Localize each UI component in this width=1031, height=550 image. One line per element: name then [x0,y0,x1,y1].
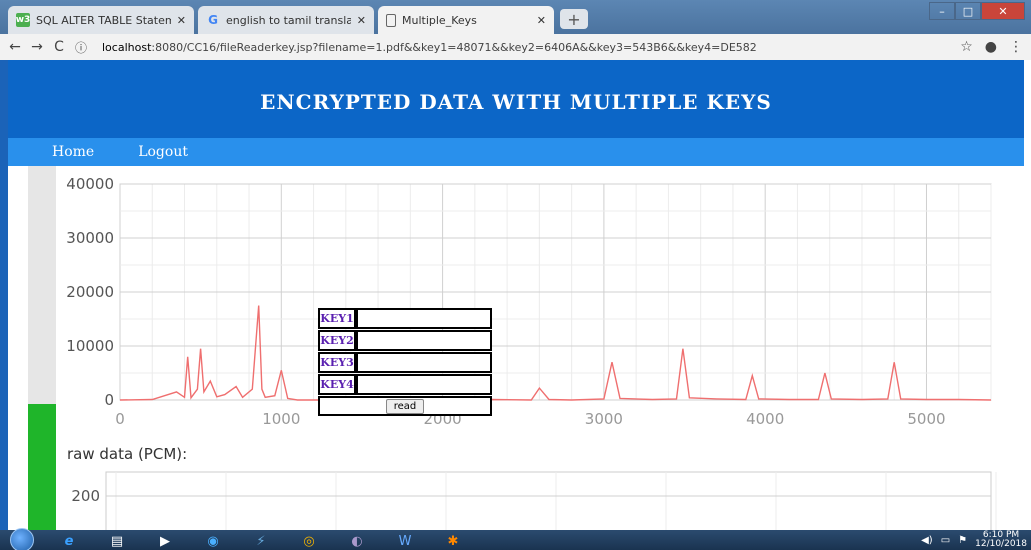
y-tick-label: 40000 [66,175,114,193]
w3schools-icon: w3 [15,13,31,27]
clock[interactable]: 6:10 PM 12/10/2018 [975,531,1027,549]
tab-title: SQL ALTER TABLE Statement [36,13,171,27]
close-tab-icon[interactable]: ✕ [177,14,186,27]
y-tick-label: 0 [104,391,114,409]
key4-row: KEY4 [318,374,492,395]
read-button-row: read [318,396,492,416]
x-tick-label: 4000 [746,410,784,428]
tab-multiple-keys[interactable]: Multiple_Keys ✕ [378,6,554,34]
tab-translation[interactable]: G english to tamil translation - Goo ✕ [198,6,374,34]
file-explorer-icon[interactable]: ▤ [100,532,134,550]
internet-explorer-icon[interactable]: e [52,532,86,550]
tab-sql-alter[interactable]: w3 SQL ALTER TABLE Statement ✕ [8,6,194,34]
page-left-border [0,60,8,530]
window-controls: – □ ✕ [929,2,1025,20]
y-tick-label: 20000 [66,283,114,301]
key2-input[interactable] [356,330,492,351]
maximize-icon[interactable]: □ [955,2,981,20]
key3-row: KEY3 [318,352,492,373]
key3-label: KEY3 [318,352,356,373]
plot-frame-2 [105,471,992,530]
game-icon[interactable]: ✱ [436,532,470,550]
tab-title: english to tamil translation - Goo [226,13,351,27]
tab-title: Multiple_Keys [402,13,477,27]
key4-label: KEY4 [318,374,356,395]
system-tray: ◀) ▭ ⚑ 6:10 PM 12/10/2018 [921,530,1031,550]
key3-input[interactable] [356,352,492,373]
key2-label: KEY2 [318,330,356,351]
url-field[interactable]: localhost:8080/CC16/fileReaderkey.jsp?fi… [102,41,757,54]
network-icon[interactable]: ▭ [941,535,950,546]
menu-icon[interactable]: ⋮ [1009,39,1023,55]
close-window-icon[interactable]: ✕ [981,2,1025,20]
page-icon [386,13,396,27]
y-tick-label: 10000 [66,337,114,355]
new-tab-button[interactable]: + [560,9,588,29]
waveform-chart-svg: 0100002000030000400000 1000 2000 3000 4000 50… [66,175,997,530]
key1-input[interactable] [356,308,492,329]
media-player-icon[interactable]: ▶ [148,532,182,550]
key4-input[interactable] [356,374,492,395]
x-tick-label: 0 [115,410,125,428]
forward-arrow-icon[interactable]: → [26,39,48,55]
nav-bar: Home Logout [8,138,1024,166]
read-button[interactable]: read [385,398,425,414]
close-tab-icon[interactable]: ✕ [357,14,366,27]
bookmark-star-icon[interactable]: ☆ [960,39,973,55]
x-tick-label: 5000 [907,410,945,428]
key1-label: KEY1 [318,308,356,329]
taskbar: e ▤ ▶ ◉ ⚡ ◎ ◐ W ✱ ◀) ▭ ⚑ 6:10 PM 12/10/20… [0,528,1031,550]
start-button-icon[interactable] [10,528,34,550]
back-arrow-icon[interactable]: ← [4,39,26,55]
page-content: ENCRYPTED DATA WITH MULTIPLE KEYS Home L… [0,60,1031,530]
address-bar: ← → C ⓘ localhost:8080/CC16/fileReaderke… [0,34,1031,60]
reload-icon[interactable]: C [48,39,70,55]
key2-row: KEY2 [318,330,492,351]
key-form: KEY1 KEY2 KEY3 KEY4 read [318,308,492,416]
x-tick-label: 3000 [585,410,623,428]
flag-icon[interactable]: ⚑ [958,535,967,546]
eclipse-icon[interactable]: ◐ [340,532,374,550]
word-icon[interactable]: W [388,532,422,550]
close-tab-icon[interactable]: ✕ [537,14,546,27]
info-icon[interactable]: ⓘ [70,39,92,56]
browser-tab-bar: w3 SQL ALTER TABLE Statement ✕ G english… [0,0,1031,34]
y-tick-label: 30000 [66,229,114,247]
profile-icon[interactable]: ● [985,39,997,55]
pcm-label: raw data (PCM): [67,445,188,463]
nav-home-link[interactable]: Home [52,144,94,160]
page-header: ENCRYPTED DATA WITH MULTIPLE KEYS [8,60,1024,138]
page-title: ENCRYPTED DATA WITH MULTIPLE KEYS [260,90,772,114]
app-icon[interactable]: ⚡ [244,532,278,550]
google-icon: G [208,13,218,27]
x-tick-label: 1000 [262,410,300,428]
progress-strip [28,404,56,530]
key1-row: KEY1 [318,308,492,329]
nav-logout-link[interactable]: Logout [138,144,188,160]
chrome-icon[interactable]: ◎ [292,532,326,550]
minimize-icon[interactable]: – [929,2,955,20]
y-tick-label: 200 [71,487,100,505]
media-center-icon[interactable]: ◉ [196,532,230,550]
volume-icon[interactable]: ◀) [921,535,933,546]
waveform-chart: 0 10000 20000 30000 40000 0 1000 2000 3000 4000 50… [56,166,1031,530]
